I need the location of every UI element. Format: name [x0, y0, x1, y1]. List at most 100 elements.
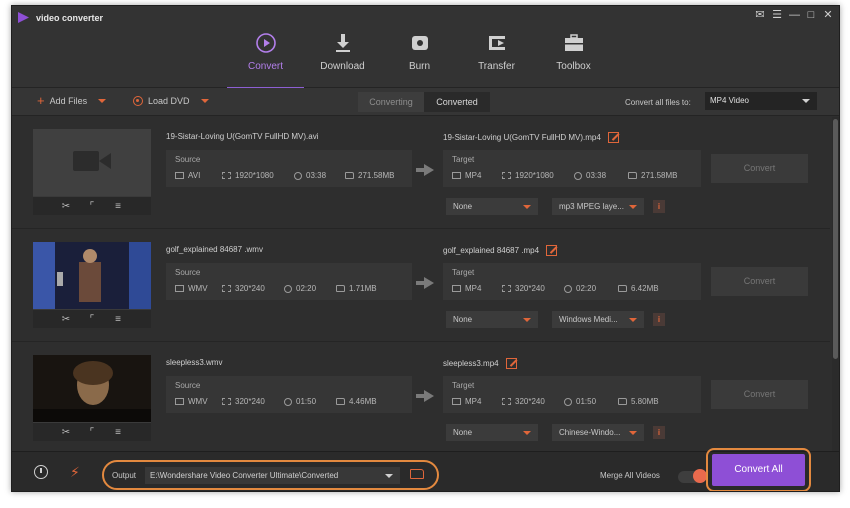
video-thumbnail[interactable]: ✂ ⌜ ≡	[33, 129, 151, 215]
target-label: Target	[452, 268, 475, 277]
info-icon[interactable]: i	[653, 200, 665, 213]
crop-icon[interactable]: ⌜	[87, 201, 97, 212]
subtitle-select[interactable]: None	[446, 198, 538, 215]
status-tabs: Converting Converted	[358, 92, 490, 112]
format-text: WMV	[188, 284, 208, 293]
lightning-icon[interactable]: ⚡	[70, 464, 80, 481]
audio-select[interactable]: mp3 MPEG laye...	[552, 198, 644, 215]
nav-download[interactable]: Download	[304, 26, 381, 88]
source-file-name: 19-Sistar-Loving U(GomTV FullHD MV).avi	[166, 132, 319, 141]
chevron-down-icon	[629, 205, 637, 209]
edit-icon[interactable]	[546, 245, 558, 256]
merge-toggle[interactable]	[678, 469, 707, 483]
convert-all-highlight: Convert All	[706, 448, 811, 491]
subtitle-select[interactable]: None	[446, 311, 538, 328]
scissors-icon[interactable]: ✂	[61, 314, 71, 325]
resolution-value: 320*240	[502, 397, 564, 406]
list-scrollbar[interactable]	[832, 117, 839, 451]
nav-toolbox-label: Toolbox	[556, 61, 591, 72]
effects-icon[interactable]: ≡	[113, 427, 123, 438]
format-value: WMV	[175, 284, 222, 293]
resolution-icon	[222, 285, 231, 292]
resolution-value: 320*240	[222, 284, 284, 293]
target-label: Target	[452, 155, 475, 164]
app-window: video converter ✉ ☰ — □ ✕ Convert Downlo…	[11, 5, 840, 492]
scissors-icon[interactable]: ✂	[61, 201, 71, 212]
add-files-button[interactable]: + Add Files	[37, 94, 107, 107]
output-highlight: Output E:\Wondershare Video Converter Ul…	[102, 460, 439, 490]
output-path-value: E:\Wondershare Video Converter Ultimate\…	[150, 471, 339, 480]
target-file-name: golf_explained 84687 .mp4	[443, 246, 540, 255]
duration-value: 02:20	[284, 284, 336, 293]
output-format-select[interactable]: MP4 Video	[705, 92, 817, 110]
tab-converting[interactable]: Converting	[358, 92, 424, 112]
clock-icon	[284, 284, 292, 293]
nav-convert[interactable]: Convert	[227, 26, 304, 89]
nav-transfer[interactable]: Transfer	[458, 26, 535, 88]
transfer-icon	[488, 36, 505, 50]
output-label: Output	[112, 471, 137, 480]
nav-burn[interactable]: Burn	[381, 26, 458, 88]
chevron-down-icon	[385, 474, 393, 478]
minimize-icon[interactable]: —	[789, 9, 800, 21]
duration-value: 03:38	[294, 171, 345, 180]
resolution-text: 320*240	[235, 284, 265, 293]
video-thumbnail[interactable]: ✂ ⌜ ≡	[33, 242, 151, 328]
menu-icon[interactable]: ☰	[772, 9, 782, 21]
source-label: Source	[175, 155, 201, 164]
source-info: Source AVI 1920*1080 03:38 271.58MB	[166, 150, 412, 187]
info-icon[interactable]: i	[653, 313, 665, 326]
crop-icon[interactable]: ⌜	[87, 314, 97, 325]
format-text: AVI	[188, 171, 201, 180]
nav-toolbox[interactable]: Toolbox	[535, 26, 612, 88]
film-icon	[452, 398, 461, 405]
subtitle-select[interactable]: None	[446, 424, 538, 441]
source-label: Source	[175, 268, 201, 277]
video-thumbnail[interactable]: ✂ ⌜ ≡	[33, 355, 151, 441]
nav-burn-label: Burn	[408, 61, 431, 72]
chevron-down-icon[interactable]	[200, 99, 209, 103]
format-text: WMV	[188, 397, 208, 406]
tab-converted[interactable]: Converted	[424, 92, 490, 112]
convert-icon	[255, 33, 276, 53]
edit-icon[interactable]	[607, 132, 619, 143]
duration-text: 03:38	[586, 171, 607, 180]
open-folder-icon[interactable]	[410, 469, 424, 479]
duration-text: 01:50	[296, 397, 317, 406]
audio-select[interactable]: Windows Medi...	[552, 311, 644, 328]
folder-icon	[336, 285, 345, 292]
output-path-select[interactable]: E:\Wondershare Video Converter Ultimate\…	[145, 467, 400, 484]
chat-icon[interactable]: ✉	[755, 9, 765, 21]
chevron-down-icon[interactable]	[98, 99, 107, 103]
folder-icon	[336, 398, 345, 405]
film-icon	[452, 285, 461, 292]
effects-icon[interactable]: ≡	[113, 201, 123, 212]
clock-icon	[294, 171, 302, 180]
burn-icon	[411, 36, 428, 50]
effects-icon[interactable]: ≡	[113, 314, 123, 325]
main-nav: Convert Download Burn Transfer Toolbox	[227, 26, 612, 89]
close-icon[interactable]: ✕	[823, 9, 833, 21]
convert-all-button[interactable]: Convert All	[712, 454, 805, 486]
alarm-icon[interactable]	[34, 465, 48, 479]
size-value: 271.58MB	[345, 171, 394, 180]
source-info: Source WMV 320*240 02:20 1.71MB	[166, 263, 412, 300]
edit-icon[interactable]	[505, 358, 517, 369]
convert-button[interactable]: Convert	[711, 380, 808, 409]
duration-text: 03:38	[306, 171, 327, 180]
load-dvd-button[interactable]: Load DVD	[133, 96, 209, 106]
video-camera-icon	[73, 151, 111, 171]
convert-button[interactable]: Convert	[711, 154, 808, 183]
scrollbar-thumb[interactable]	[833, 119, 838, 359]
toolbox-icon	[564, 34, 583, 51]
output-format-value: MP4 Video	[710, 96, 749, 105]
audio-select[interactable]: Chinese-Windo...	[552, 424, 644, 441]
target-values: MP4 320*240 02:20 6.42MB	[452, 284, 659, 293]
scissors-icon[interactable]: ✂	[61, 427, 71, 438]
crop-icon[interactable]: ⌜	[87, 427, 97, 438]
folder-icon	[618, 285, 627, 292]
maximize-icon[interactable]: □	[806, 9, 816, 21]
format-value: MP4	[452, 171, 502, 180]
convert-button[interactable]: Convert	[711, 267, 808, 296]
info-icon[interactable]: i	[653, 426, 665, 439]
